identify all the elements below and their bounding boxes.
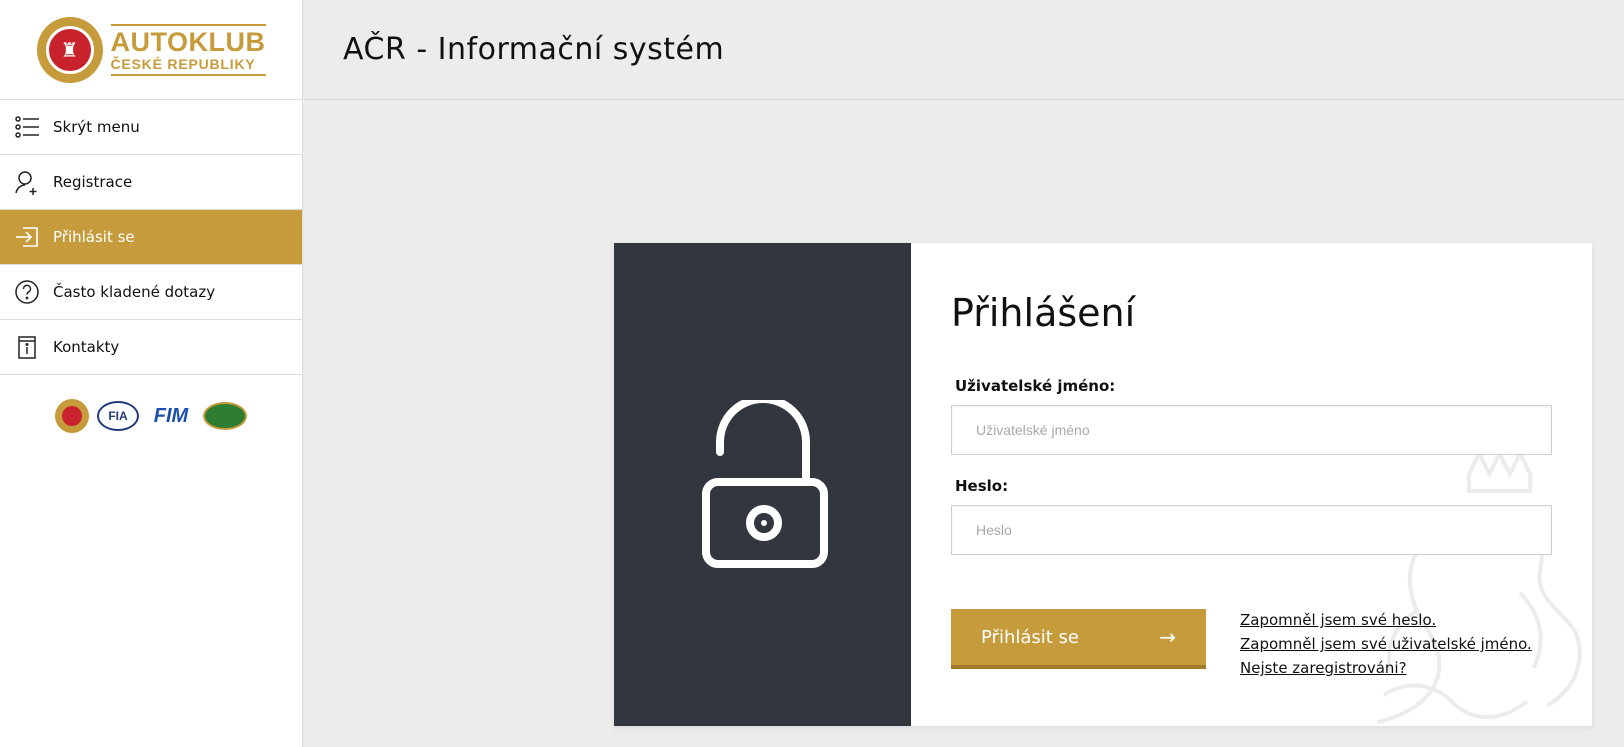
sidebar: ♜ AUTOKLUB ČESKÉ REPUBLIKY Skrýt menu Re… <box>0 0 303 747</box>
question-icon <box>0 278 53 306</box>
sidebar-item-label: Skrýt menu <box>53 118 140 136</box>
partner-logo-icon[interactable] <box>203 402 247 430</box>
sidebar-item-contacts[interactable]: Kontakty <box>0 320 302 375</box>
username-label: Uživatelské jméno: <box>955 377 1116 395</box>
sidebar-item-login[interactable]: Přihlásit se <box>0 210 302 265</box>
login-submit-label: Přihlásit se <box>981 626 1079 648</box>
login-submit-button[interactable]: Přihlásit se → <box>951 609 1206 669</box>
logo-line2: ČESKÉ REPUBLIKY <box>110 55 256 72</box>
list-icon <box>0 113 53 141</box>
login-card: Přihlášení Uživatelské jméno: Heslo: Při… <box>614 243 1592 726</box>
sidebar-item-hide-menu[interactable]: Skrýt menu <box>0 100 302 155</box>
fim-logo-icon[interactable]: FIM <box>147 399 195 433</box>
fia-logo-icon[interactable]: FIA <box>97 401 139 431</box>
login-card-panel <box>614 243 911 726</box>
sidebar-item-registration[interactable]: Registrace <box>0 155 302 210</box>
arrow-right-icon: → <box>1159 625 1176 649</box>
sidebar-item-faq[interactable]: Často kladené dotazy <box>0 265 302 320</box>
login-title: Přihlášení <box>951 291 1136 335</box>
login-form: Přihlášení Uživatelské jméno: Heslo: Při… <box>911 243 1592 726</box>
page-header: AČR - Informační systém <box>304 0 1624 100</box>
sidebar-item-label: Přihlásit se <box>53 228 135 246</box>
acr-seal-icon: ♜ <box>36 16 103 83</box>
unlocked-padlock-icon <box>701 399 828 568</box>
logo-line1: AUTOKLUB <box>110 26 266 57</box>
info-card-icon <box>0 333 53 361</box>
sidebar-item-label: Často kladené dotazy <box>53 283 216 301</box>
logo-text: AUTOKLUB ČESKÉ REPUBLIKY <box>110 23 266 76</box>
username-input[interactable] <box>951 405 1552 455</box>
password-input[interactable] <box>951 505 1552 555</box>
acr-logo-icon[interactable] <box>55 399 89 433</box>
sidebar-item-label: Registrace <box>53 173 133 191</box>
partner-logos: FIA FIM <box>0 399 302 433</box>
login-icon <box>0 223 53 251</box>
page-title: AČR - Informační systém <box>343 32 725 67</box>
user-add-icon <box>0 168 53 196</box>
logo[interactable]: ♜ AUTOKLUB ČESKÉ REPUBLIKY <box>0 0 302 100</box>
sidebar-item-label: Kontakty <box>53 338 120 356</box>
